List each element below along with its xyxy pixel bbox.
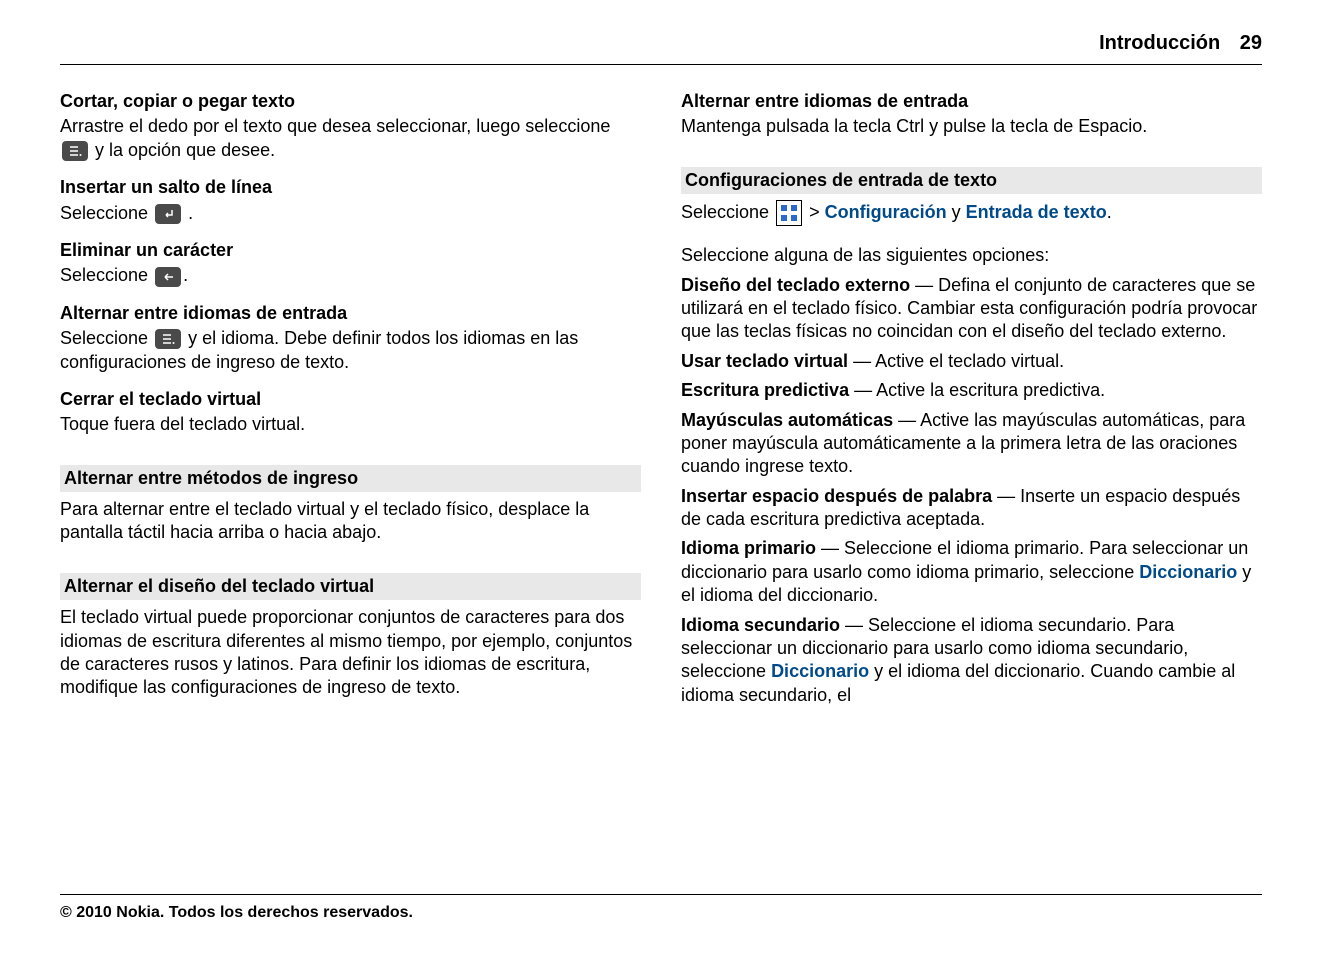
subheading-switch-input-methods: Alternar entre métodos de ingreso — [60, 465, 641, 492]
option-insert-space: Insertar espacio después de palabra — In… — [681, 485, 1262, 532]
paragraph: Seleccione > Configuración y Entrada de … — [681, 200, 1262, 226]
menu-label-configuration: Configuración — [825, 202, 947, 222]
backspace-icon — [155, 267, 181, 287]
text: Seleccione — [60, 265, 148, 285]
option-label: Idioma primario — [681, 538, 816, 558]
text: Seleccione — [60, 203, 148, 223]
paragraph: Mantenga pulsada la tecla Ctrl y pulse l… — [681, 115, 1262, 138]
option-predictive-text: Escritura predictiva — Active la escritu… — [681, 379, 1262, 402]
paragraph: Seleccione alguna de las siguientes opci… — [681, 244, 1262, 267]
option-label: Diseño del teclado externo — [681, 275, 910, 295]
paragraph: Para alternar entre el teclado virtual y… — [60, 498, 641, 545]
option-secondary-language: Idioma secundario — Seleccione el idioma… — [681, 614, 1262, 708]
option-label: Usar teclado virtual — [681, 351, 848, 371]
text: . — [1107, 202, 1112, 222]
menu-icon — [62, 141, 88, 161]
option-text: — Active el teclado virtual. — [848, 351, 1064, 371]
heading-cut-copy-paste: Cortar, copiar o pegar texto — [60, 90, 641, 113]
text: Seleccione — [60, 328, 148, 348]
enter-icon — [155, 204, 181, 224]
option-text: — Active la escritura predictiva. — [849, 380, 1105, 400]
option-auto-caps: Mayúsculas automáticas — Active las mayú… — [681, 409, 1262, 479]
page-header: Introducción 29 — [60, 30, 1262, 65]
app-grid-icon — [776, 200, 802, 226]
heading-close-keyboard: Cerrar el teclado virtual — [60, 388, 641, 411]
option-label: Mayúsculas automáticas — [681, 410, 893, 430]
paragraph: Arrastre el dedo por el texto que desea … — [60, 115, 641, 162]
menu-label-dictionary: Diccionario — [1139, 562, 1237, 582]
text: Arrastre el dedo por el texto que desea … — [60, 116, 610, 136]
option-label: Escritura predictiva — [681, 380, 849, 400]
menu-label-text-input: Entrada de texto — [966, 202, 1107, 222]
copyright-footer: © 2010 Nokia. Todos los derechos reserva… — [60, 894, 1262, 924]
subheading-text-input-settings: Configuraciones de entrada de texto — [681, 167, 1262, 194]
paragraph: Seleccione y el idioma. Debe definir tod… — [60, 327, 641, 374]
text: Seleccione — [681, 202, 769, 222]
option-label: Insertar espacio después de palabra — [681, 486, 992, 506]
option-primary-language: Idioma primario — Seleccione el idioma p… — [681, 537, 1262, 607]
content-columns: Cortar, copiar o pegar texto Arrastre el… — [60, 90, 1262, 711]
text: . — [188, 203, 193, 223]
option-label: Idioma secundario — [681, 615, 840, 635]
menu-label-dictionary: Diccionario — [771, 661, 869, 681]
paragraph: Toque fuera del teclado virtual. — [60, 413, 641, 436]
page-number: 29 — [1240, 32, 1262, 54]
paragraph: Seleccione . — [60, 264, 641, 287]
option-external-keyboard-layout: Diseño del teclado externo — Defina el c… — [681, 274, 1262, 344]
heading-switch-input-lang: Alternar entre idiomas de entrada — [681, 90, 1262, 113]
text: . — [183, 265, 188, 285]
text: y la opción que desee. — [95, 140, 275, 160]
heading-line-break: Insertar un salto de línea — [60, 176, 641, 199]
left-column: Cortar, copiar o pegar texto Arrastre el… — [60, 90, 641, 711]
heading-delete-char: Eliminar un carácter — [60, 239, 641, 262]
menu-icon — [155, 329, 181, 349]
right-column: Alternar entre idiomas de entrada Manten… — [681, 90, 1262, 711]
heading-switch-lang: Alternar entre idiomas de entrada — [60, 302, 641, 325]
subheading-switch-keyboard-layout: Alternar el diseño del teclado virtual — [60, 573, 641, 600]
option-use-virtual-keyboard: Usar teclado virtual — Active el teclado… — [681, 350, 1262, 373]
section-name: Introducción — [1099, 32, 1220, 54]
text: y — [952, 202, 961, 222]
text: > — [809, 202, 820, 222]
paragraph: El teclado virtual puede proporcionar co… — [60, 606, 641, 700]
paragraph: Seleccione . — [60, 202, 641, 225]
